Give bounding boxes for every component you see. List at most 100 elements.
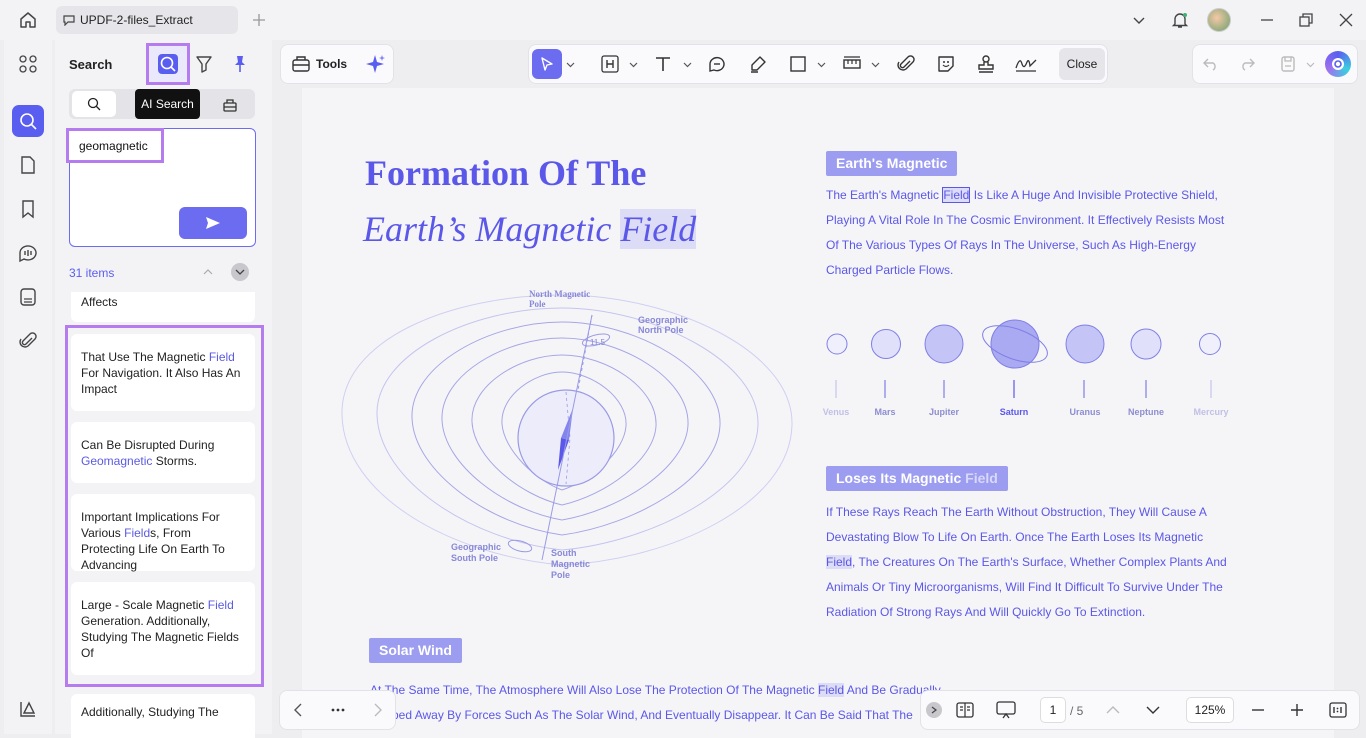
planet-label: Mercury <box>1193 407 1229 417</box>
presentation-icon[interactable] <box>995 699 1017 721</box>
text-search-tab[interactable] <box>72 91 116 117</box>
search-rail-icon[interactable] <box>12 105 44 137</box>
chevron-down-icon[interactable] <box>681 58 693 70</box>
planet-label: Neptune <box>1128 407 1164 417</box>
page-layout-icon[interactable] <box>954 699 976 721</box>
heading-tool-icon[interactable] <box>595 49 625 79</box>
chevron-down-icon[interactable] <box>869 58 881 70</box>
page-total: / 5 <box>1070 704 1084 718</box>
result-item-partial[interactable]: Additionally, Studying The <box>71 694 255 738</box>
tab-title: UPDF-2-files_Extract <box>80 13 193 27</box>
para-line: Radiation Of Strong Rays And Will Quickl… <box>826 605 1146 619</box>
prev-page-icon[interactable] <box>1103 700 1123 720</box>
home-icon[interactable] <box>16 8 40 32</box>
planet-label: Uranus <box>1069 407 1101 417</box>
collapse-icon[interactable] <box>926 702 942 718</box>
solar-wind-line-2: ped Away By Forces Such As The Solar Win… <box>392 708 913 722</box>
zoom-level[interactable]: 125% <box>1186 697 1234 723</box>
next-page-icon[interactable] <box>1143 700 1163 720</box>
sticker-tool-icon[interactable] <box>931 49 961 79</box>
chevron-down-icon[interactable] <box>627 58 639 70</box>
solar-wind-line-1: At The Same Time, The Atmosphere Will Al… <box>370 683 941 697</box>
bell-icon[interactable] <box>1169 9 1191 31</box>
pages-icon[interactable] <box>12 149 44 181</box>
section-paragraph-1: The Earth's Magnetic Field Is Like A Hug… <box>826 183 1236 283</box>
new-tab-icon[interactable] <box>249 10 269 30</box>
close-button[interactable]: Close <box>1059 48 1105 80</box>
para-line: Of The Various Types Of Rays In The Univ… <box>826 238 1196 252</box>
planet-label: Mars <box>874 407 896 417</box>
para-line: Charged Particle Flows. <box>826 263 954 277</box>
para-line: Playing A Vital Role In The Cosmic Envir… <box>826 213 1225 227</box>
tools-label[interactable]: Tools <box>316 57 347 71</box>
section-paragraph-2: If These Rays Reach The Earth Without Ob… <box>826 500 1236 625</box>
items-count: 31 items <box>69 266 115 280</box>
actual-size-icon[interactable] <box>1327 700 1349 720</box>
minimize-icon[interactable] <box>1257 10 1277 30</box>
para-line: The Earth's Magnetic Field Is Like A Hug… <box>826 187 1218 203</box>
section-heading-loses-field: Loses Its Magnetic Field <box>826 466 1008 491</box>
more-icon[interactable] <box>327 700 349 720</box>
zoom-in-icon[interactable] <box>1287 700 1307 720</box>
chevron-down-icon[interactable] <box>1304 58 1316 70</box>
save-icon[interactable] <box>1277 53 1299 75</box>
sparkle-ai-icon[interactable] <box>363 53 387 75</box>
bookmark-icon[interactable] <box>12 193 44 225</box>
para-line: If These Rays Reach The Earth Without Ob… <box>826 505 1207 519</box>
toolbox-icon[interactable] <box>290 53 312 75</box>
attachment-icon[interactable] <box>12 325 44 357</box>
filter-icon[interactable] <box>194 54 214 74</box>
chevron-down-icon[interactable] <box>815 58 827 70</box>
left-rail <box>4 40 52 734</box>
result-item[interactable]: Important Implications For Various Field… <box>71 494 255 572</box>
text-tool-icon[interactable] <box>648 49 678 79</box>
comment-icon <box>62 14 76 26</box>
updf-ai-icon[interactable] <box>1325 51 1351 77</box>
thumbnails-icon[interactable] <box>12 48 44 80</box>
ai-search-tooltip: AI Search <box>135 89 200 119</box>
redo-icon[interactable] <box>1236 53 1258 75</box>
chevron-up-icon[interactable] <box>200 264 216 280</box>
geographic-south-pole-label: Geographic South Pole <box>451 542 502 563</box>
stamp-tool-icon[interactable] <box>971 49 1001 79</box>
layers-icon[interactable] <box>12 693 44 725</box>
pin-icon[interactable] <box>230 54 250 74</box>
rectangle-tool-icon[interactable] <box>783 49 813 79</box>
document-tab[interactable]: UPDF-2-files_Extract <box>56 6 238 34</box>
para-line: Field, The Creatures On The Earth's Surf… <box>826 555 1227 569</box>
page-number-input[interactable]: 1 <box>1040 697 1066 723</box>
para-line: Animals Or Tiny Microorganisms, Will Fin… <box>826 580 1223 594</box>
chevron-down-icon[interactable] <box>1129 10 1149 30</box>
comments-icon[interactable] <box>12 237 44 269</box>
chevron-right-icon[interactable] <box>368 700 388 720</box>
ai-search-icon[interactable] <box>146 43 190 85</box>
select-tool-icon[interactable] <box>532 49 562 79</box>
image-search-tab[interactable] <box>219 95 241 115</box>
result-item[interactable]: That Use The Magnetic Field For Navigati… <box>71 334 255 411</box>
signature-tool-icon[interactable] <box>1011 49 1041 79</box>
chevron-down-circle-icon[interactable] <box>231 263 249 281</box>
chevron-down-icon[interactable] <box>564 58 576 70</box>
zoom-out-icon[interactable] <box>1248 700 1268 720</box>
attach-tool-icon[interactable] <box>891 49 921 79</box>
chevron-left-icon[interactable] <box>288 700 308 720</box>
angle-label: 11.5 <box>590 338 605 347</box>
result-item[interactable]: Can Be Disrupted During Geomagnetic Stor… <box>71 422 255 483</box>
doc-title-line1: Formation Of The <box>365 153 647 193</box>
search-input[interactable]: geomagnetic <box>66 128 164 163</box>
section-heading-solar-wind: Solar Wind <box>369 638 462 663</box>
measure-tool-icon[interactable] <box>837 49 867 79</box>
highlighter-tool-icon[interactable] <box>743 49 773 79</box>
comment-tool-icon[interactable] <box>702 49 732 79</box>
close-window-icon[interactable] <box>1336 10 1356 30</box>
stamp-icon[interactable] <box>12 281 44 313</box>
planets-diagram <box>826 319 1221 398</box>
section-heading-earths-magnetic: Earth's Magnetic <box>826 151 958 176</box>
restore-icon[interactable] <box>1296 10 1316 30</box>
send-button[interactable] <box>179 207 247 239</box>
avatar[interactable] <box>1207 8 1231 32</box>
result-item[interactable]: Large - Scale Magnetic Field Generation.… <box>71 582 255 675</box>
result-item-partial[interactable]: Affects <box>71 292 255 322</box>
para-line: Devastating Blow To Life On Earth. Once … <box>826 530 1204 544</box>
undo-icon[interactable] <box>1200 53 1222 75</box>
